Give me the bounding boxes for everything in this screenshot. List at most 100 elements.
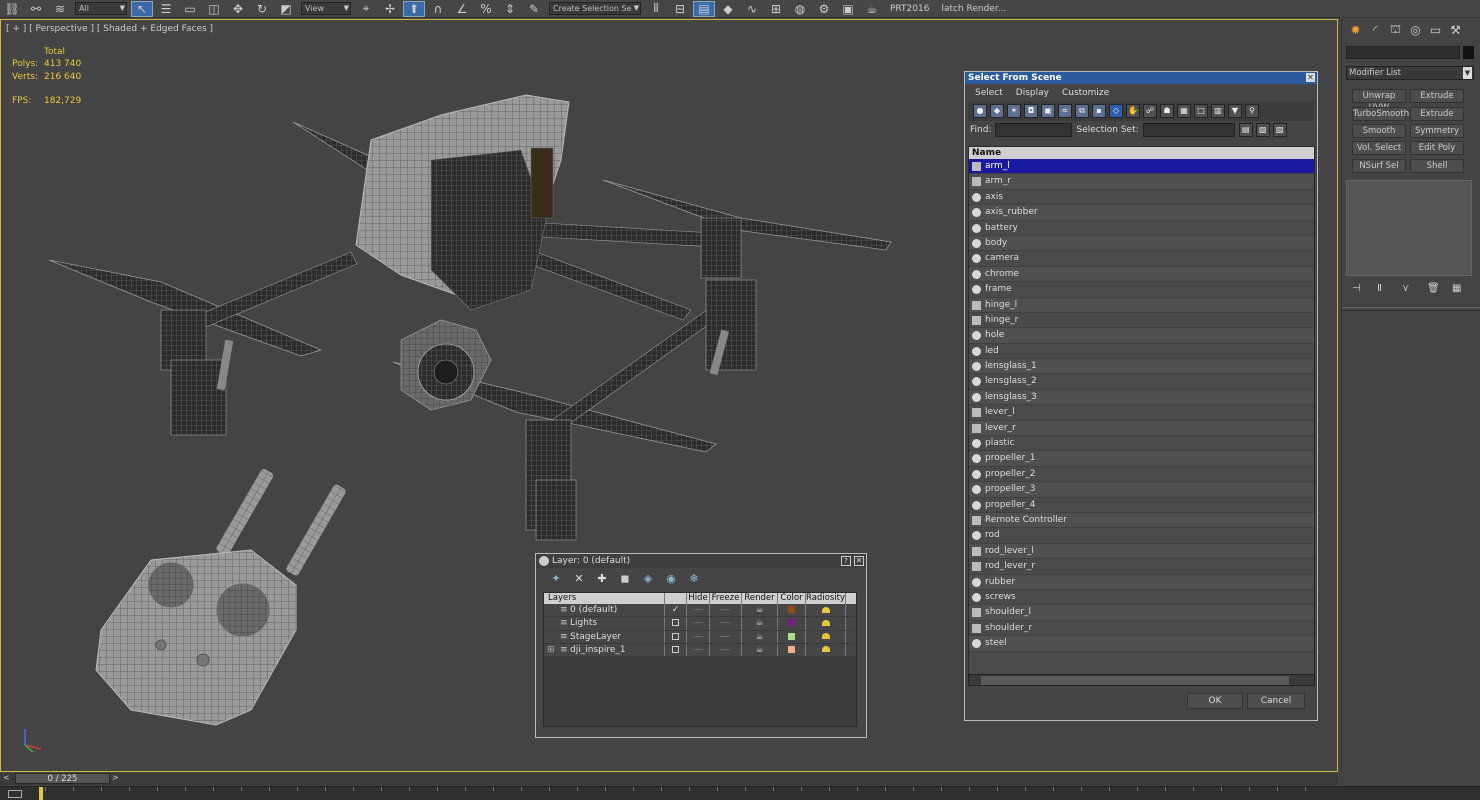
layer-name-cell[interactable]: ≡ 0 (default) <box>544 604 665 617</box>
layer-freeze-cell[interactable]: ---- <box>710 643 742 657</box>
camera-filter-icon[interactable]: ◘ <box>1024 104 1038 118</box>
modifier-stack[interactable] <box>1346 180 1472 276</box>
layer-name-cell[interactable]: ⊞ ≡ dji_inspire_1 <box>544 643 665 657</box>
select-objects-in-layer-icon[interactable]: ◼ <box>617 572 633 586</box>
render-production-icon[interactable]: ☕ <box>861 1 883 17</box>
layer-render-cell[interactable]: ☕ <box>742 617 778 630</box>
scrollbar-thumb[interactable] <box>981 676 1289 685</box>
xref-filter-icon[interactable]: ▪ <box>1092 104 1106 118</box>
selection-filter-dropdown[interactable]: All <box>75 2 127 15</box>
helper-filter-icon[interactable]: ▣ <box>1041 104 1055 118</box>
advanced-filter-icon[interactable]: ⚲ <box>1245 104 1259 118</box>
add-to-layer-icon[interactable]: ✚ <box>594 572 610 586</box>
layer-color-swatch[interactable] <box>788 606 795 613</box>
layer-freeze-cell[interactable]: ---- <box>710 617 742 630</box>
modifier-button-unwrap-uvw[interactable]: Unwrap UVW <box>1352 89 1406 113</box>
angle-snap-icon[interactable]: ∠ <box>451 1 473 17</box>
menu-customize[interactable]: Customize <box>1062 88 1109 98</box>
highlight-selected-icon[interactable]: ◈ <box>640 572 656 586</box>
list-item[interactable]: arm_l <box>969 159 1314 175</box>
list-item[interactable]: body <box>969 235 1314 252</box>
pivot-center-icon[interactable]: ⌖ <box>355 1 377 17</box>
rotate-icon[interactable]: ↻ <box>251 1 273 17</box>
track-bar[interactable] <box>0 786 1480 800</box>
list-item[interactable]: rubber <box>969 574 1314 590</box>
layer-color-cell[interactable] <box>778 630 806 643</box>
list-item[interactable]: led <box>969 344 1314 360</box>
modifier-button-extrude[interactable]: Extrude <box>1410 89 1464 103</box>
list-item[interactable]: rod <box>969 528 1314 544</box>
modifier-button-extrude-2[interactable]: Extrude <box>1410 107 1464 121</box>
layer-freeze-cell[interactable]: ---- <box>710 604 742 617</box>
list-item[interactable]: camera <box>969 251 1314 267</box>
object-name-input[interactable] <box>1346 46 1460 59</box>
utilities-tab-icon[interactable]: ⚒ <box>1447 23 1464 37</box>
list-item[interactable]: propeller_1 <box>969 451 1314 467</box>
render-setup-icon[interactable]: ⚙ <box>813 1 835 17</box>
unlink-icon[interactable]: ⚯ <box>25 1 47 17</box>
keyboard-shortcut-override-icon[interactable]: ⬆ <box>403 0 425 17</box>
list-item[interactable]: battery <box>969 221 1314 236</box>
list-item[interactable]: hinge_l <box>969 297 1314 313</box>
layer-row[interactable]: ≡ Lights ---- ---- ☕ <box>544 617 856 631</box>
create-tab-icon[interactable]: ✹ <box>1347 23 1364 37</box>
modifier-button-symmetry[interactable]: Symmetry <box>1410 124 1464 138</box>
selection-set-dropdown[interactable] <box>1142 123 1235 137</box>
ok-button[interactable]: OK <box>1187 693 1243 709</box>
list-item[interactable]: Remote Controller <box>969 512 1314 529</box>
batch-render-label[interactable]: latch Render... <box>935 4 1012 14</box>
layer-row[interactable]: ≡ 0 (default) ✓ ---- ---- ☕ <box>544 604 856 618</box>
list-item[interactable]: lever_l <box>969 405 1314 421</box>
object-color-swatch[interactable] <box>1463 46 1474 59</box>
layer-color-swatch[interactable] <box>788 632 795 640</box>
group-filter-icon[interactable]: ⧉ <box>1075 104 1089 118</box>
layer-radiosity-cell[interactable] <box>806 617 846 630</box>
layer-radiosity-cell[interactable] <box>806 643 846 657</box>
prev-frame-button[interactable]: < <box>3 773 13 782</box>
edit-named-selection-icon[interactable]: ✎ <box>523 1 545 17</box>
move-icon[interactable]: ✥ <box>227 1 249 17</box>
select-object-icon[interactable]: ↖ <box>131 0 153 17</box>
list-item[interactable]: lensglass_3 <box>969 389 1314 406</box>
list-item[interactable]: shoulder_r <box>969 621 1314 637</box>
list-item[interactable]: arm_r <box>969 174 1314 190</box>
layer-freeze-cell[interactable]: ---- <box>710 630 742 643</box>
modifier-button-turbosmooth[interactable]: TurboSmooth <box>1352 107 1409 121</box>
list-item[interactable]: shoulder_l <box>969 605 1314 621</box>
list-item[interactable]: rod_lever_l <box>969 543 1314 560</box>
bind-space-warp-icon[interactable]: ≋ <box>49 1 71 17</box>
select-manipulate-icon[interactable]: ✢ <box>379 1 401 17</box>
list-item[interactable]: propeller_2 <box>969 467 1314 483</box>
freeze-unfreeze-all-icon[interactable]: ❄ <box>686 572 702 586</box>
curve-editor-icon[interactable]: ∿ <box>741 1 763 17</box>
show-end-result-icon[interactable]: Ⅱ <box>1377 283 1391 294</box>
display-none-icon[interactable]: ☍ <box>1143 104 1157 118</box>
shape-filter-icon[interactable]: ◆ <box>990 104 1004 118</box>
list-item[interactable]: propeller_3 <box>969 482 1314 498</box>
close-icon[interactable]: ✕ <box>1306 73 1315 82</box>
list-item[interactable]: axis <box>969 190 1314 206</box>
mirror-icon[interactable]: ⫴ <box>645 1 667 17</box>
col-layers[interactable]: Layers <box>544 593 665 604</box>
prt-label[interactable]: PRT2016 <box>884 4 935 14</box>
invert-display-icon[interactable]: ☗ <box>1160 104 1174 118</box>
help-icon[interactable]: ? <box>841 556 851 566</box>
make-unique-icon[interactable]: ⋎ <box>1402 283 1416 294</box>
col-color[interactable]: Color <box>778 593 806 604</box>
layer-render-cell[interactable]: ☕ <box>742 630 778 643</box>
align-icon[interactable]: ⊟ <box>669 1 691 17</box>
rendered-frame-icon[interactable]: ▣ <box>837 1 859 17</box>
time-slider[interactable]: < 0 / 225 > <box>0 773 1338 785</box>
col-radiosity[interactable]: Radiosity <box>806 593 846 604</box>
list-item[interactable]: plastic <box>969 436 1314 452</box>
select-none-icon[interactable]: □ <box>1194 104 1208 118</box>
delete-layer-icon[interactable]: ✕ <box>571 572 587 586</box>
layer-hide-cell[interactable]: ---- <box>687 604 710 617</box>
modifier-button-vol-select[interactable]: Vol. Select <box>1352 141 1406 155</box>
active-checkbox[interactable] <box>672 645 679 653</box>
layer-row[interactable]: ⊞ ≡ dji_inspire_1 ---- ---- ☕ <box>544 643 856 658</box>
list-item[interactable]: chrome <box>969 266 1314 283</box>
layer-color-swatch[interactable] <box>788 645 795 653</box>
list-item[interactable]: axis_rubber <box>969 205 1314 221</box>
find-input[interactable] <box>995 123 1073 137</box>
